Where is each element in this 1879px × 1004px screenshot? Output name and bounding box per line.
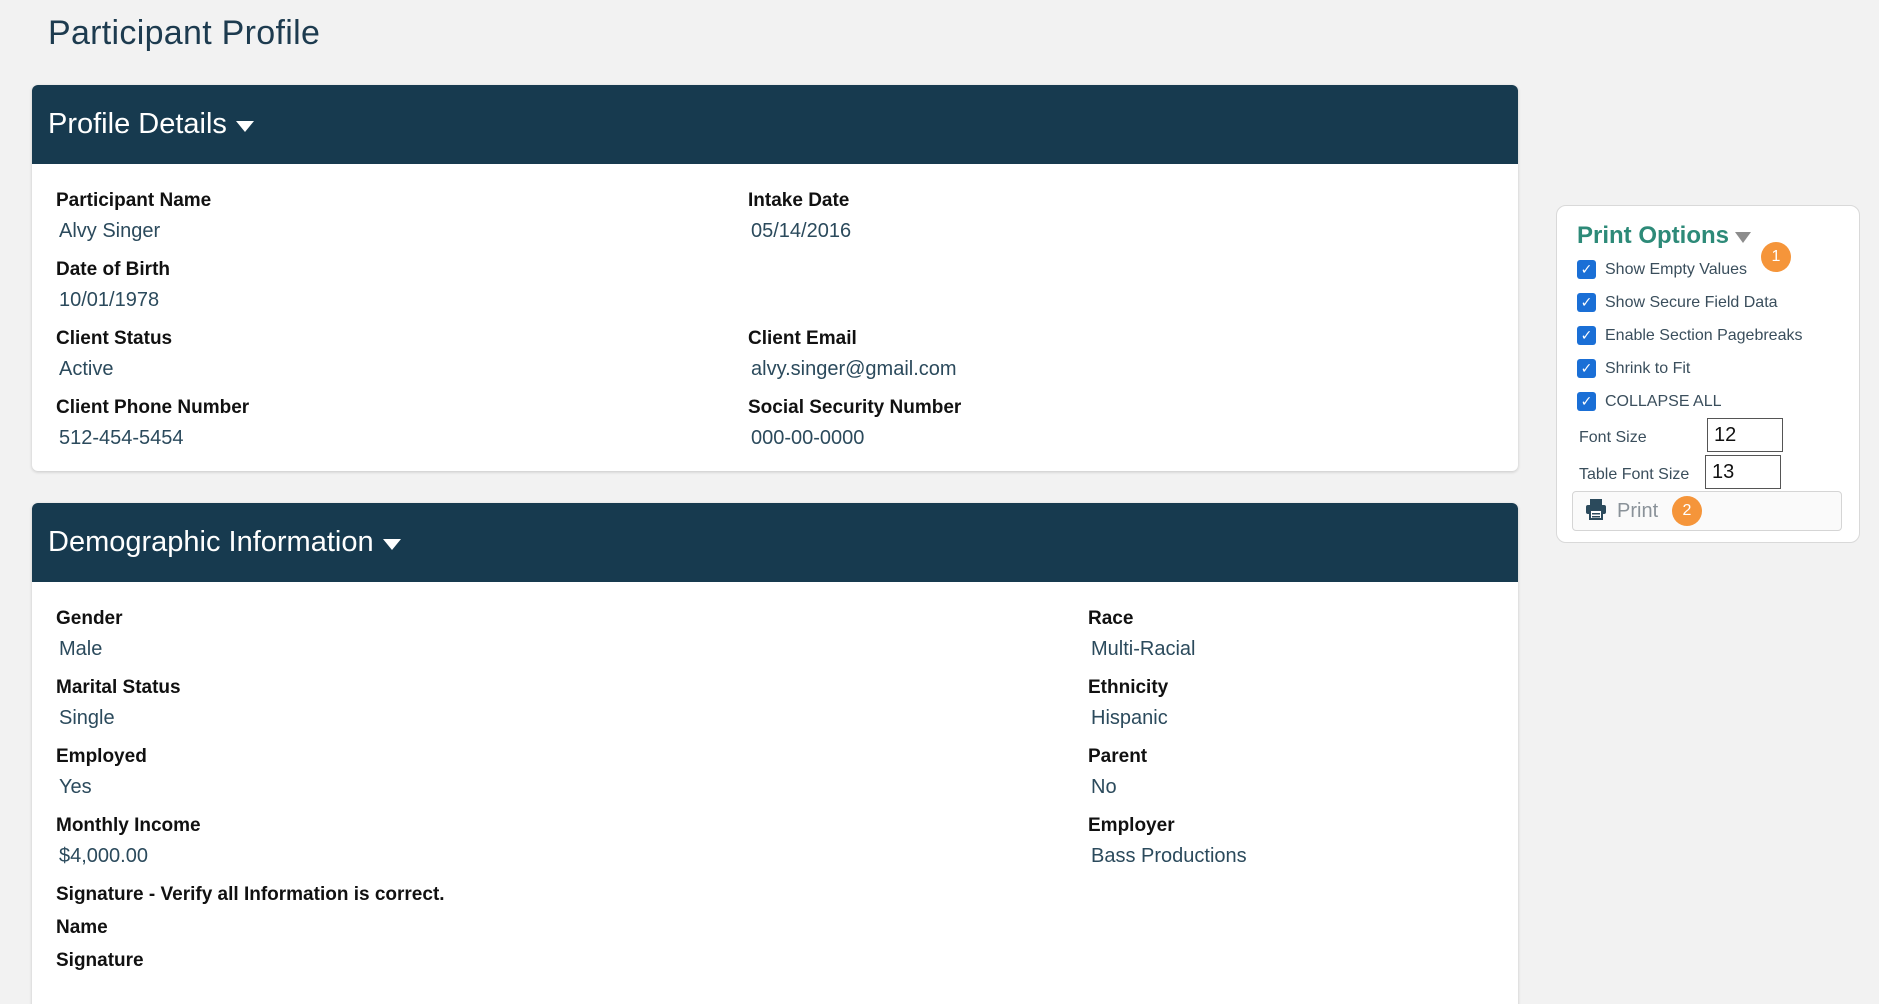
- participant-name-field: Participant Name Alvy Singer: [56, 190, 211, 243]
- field-value: Bass Productions: [1091, 845, 1247, 867]
- step-badge-1: 1: [1761, 242, 1791, 272]
- marital-status-field: Marital Status Single: [56, 677, 181, 730]
- employed-field: Employed Yes: [56, 746, 147, 799]
- step-badge-2: 2: [1672, 496, 1702, 526]
- parent-field: Parent No: [1088, 746, 1147, 799]
- font-size-input[interactable]: [1707, 418, 1783, 452]
- option-show-empty-values[interactable]: ✓ Show Empty Values: [1577, 260, 1747, 279]
- printer-icon: [1585, 498, 1607, 525]
- caret-down-icon: [1735, 231, 1751, 243]
- checkbox-checked-icon[interactable]: ✓: [1577, 326, 1596, 345]
- option-label: Shrink to Fit: [1605, 359, 1691, 377]
- field-value: Male: [59, 638, 103, 660]
- checkbox-checked-icon[interactable]: ✓: [1577, 359, 1596, 378]
- caret-down-icon: [235, 120, 254, 132]
- field-value: Multi-Racial: [1091, 638, 1196, 660]
- field-value: 512-454-5454: [59, 427, 184, 449]
- gender-field: Gender Male: [56, 608, 123, 661]
- field-label: Client Status: [56, 328, 173, 349]
- field-value: 000-00-0000: [751, 427, 865, 449]
- checkbox-checked-icon[interactable]: ✓: [1577, 260, 1596, 279]
- field-value: No: [1091, 776, 1117, 798]
- name-label: Name: [56, 917, 108, 938]
- caret-down-icon: [382, 538, 401, 550]
- intake-date-field: Intake Date 05/14/2016: [748, 190, 851, 243]
- print-button[interactable]: Print: [1572, 491, 1842, 531]
- field-label: Intake Date: [748, 190, 850, 211]
- field-label: Parent: [1088, 746, 1148, 767]
- table-font-size-label: Table Font Size: [1579, 466, 1690, 483]
- checkbox-checked-icon[interactable]: ✓: [1577, 293, 1596, 312]
- field-value: 05/14/2016: [751, 220, 852, 242]
- field-value: Yes: [59, 776, 92, 798]
- page-title: Participant Profile: [48, 14, 321, 52]
- option-label: Show Secure Field Data: [1605, 293, 1778, 311]
- option-label: Show Empty Values: [1605, 260, 1747, 278]
- field-label: Social Security Number: [748, 397, 962, 418]
- client-email-field: Client Email alvy.singer@gmail.com: [748, 328, 957, 381]
- profile-details-title: Profile Details: [48, 108, 227, 140]
- field-label: Employed: [56, 746, 147, 767]
- client-status-field: Client Status Active: [56, 328, 172, 381]
- option-shrink-to-fit[interactable]: ✓ Shrink to Fit: [1577, 359, 1690, 378]
- field-label: Monthly Income: [56, 815, 201, 836]
- field-label: Date of Birth: [56, 259, 170, 280]
- field-label: Client Email: [748, 328, 857, 349]
- option-label: Enable Section Pagebreaks: [1605, 326, 1803, 344]
- demographic-information-title: Demographic Information: [48, 526, 374, 558]
- client-phone-field: Client Phone Number 512-454-5454: [56, 397, 249, 450]
- field-value: $4,000.00: [59, 845, 148, 867]
- ssn-field: Social Security Number 000-00-0000: [748, 397, 961, 450]
- date-of-birth-field: Date of Birth 10/01/1978: [56, 259, 170, 312]
- signature-label: Signature: [56, 950, 144, 971]
- field-label: Marital Status: [56, 677, 181, 698]
- table-font-size-input[interactable]: [1705, 455, 1781, 489]
- option-label: COLLAPSE ALL: [1605, 392, 1722, 410]
- font-size-label: Font Size: [1579, 429, 1647, 446]
- profile-details-header[interactable]: Profile Details: [32, 85, 1518, 164]
- option-show-secure-field-data[interactable]: ✓ Show Secure Field Data: [1577, 293, 1778, 312]
- option-enable-section-pagebreaks[interactable]: ✓ Enable Section Pagebreaks: [1577, 326, 1802, 345]
- demographic-information-panel: Demographic Information Gender Male Race…: [32, 503, 1518, 1004]
- field-label: Race: [1088, 608, 1134, 629]
- demographic-information-header[interactable]: Demographic Information: [32, 503, 1518, 582]
- print-options-header[interactable]: Print Options: [1577, 222, 1751, 250]
- monthly-income-field: Monthly Income $4,000.00: [56, 815, 201, 868]
- field-label: Participant Name: [56, 190, 212, 211]
- ethnicity-field: Ethnicity Hispanic: [1088, 677, 1168, 730]
- field-value: Active: [59, 358, 114, 380]
- employer-field: Employer Bass Productions: [1088, 815, 1247, 868]
- field-value: 10/01/1978: [59, 289, 160, 311]
- print-options-title: Print Options: [1577, 222, 1729, 249]
- signature-heading: Signature - Verify all Information is co…: [56, 884, 445, 905]
- field-value: alvy.singer@gmail.com: [751, 358, 957, 380]
- race-field: Race Multi-Racial: [1088, 608, 1195, 661]
- field-label: Client Phone Number: [56, 397, 250, 418]
- profile-details-panel: Profile Details Participant Name Alvy Si…: [32, 85, 1518, 471]
- field-label: Ethnicity: [1088, 677, 1169, 698]
- print-button-label: Print: [1617, 499, 1659, 522]
- checkbox-checked-icon[interactable]: ✓: [1577, 392, 1596, 411]
- option-collapse-all[interactable]: ✓ COLLAPSE ALL: [1577, 392, 1722, 411]
- print-options-panel: Print Options 1 ✓ Show Empty Values ✓ Sh…: [1556, 205, 1860, 543]
- field-label: Employer: [1088, 815, 1175, 836]
- field-value: Alvy Singer: [59, 220, 161, 242]
- field-value: Hispanic: [1091, 707, 1168, 729]
- field-label: Gender: [56, 608, 123, 629]
- field-value: Single: [59, 707, 115, 729]
